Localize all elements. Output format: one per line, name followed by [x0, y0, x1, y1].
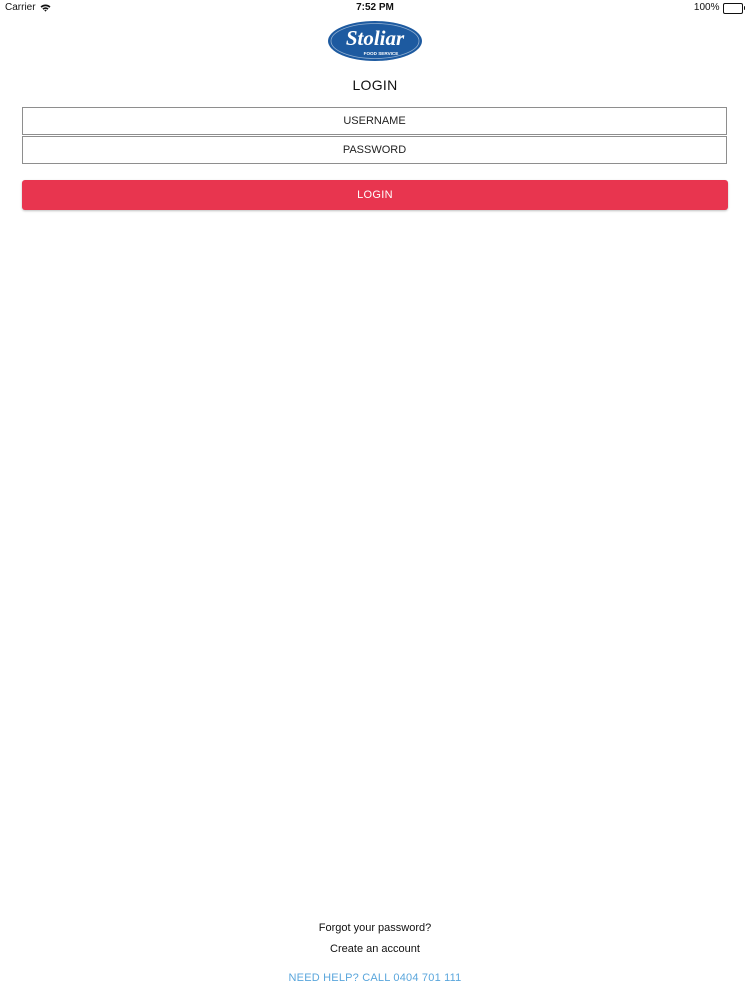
status-right: 100% [694, 0, 745, 16]
forgot-password-link[interactable]: Forgot your password? [0, 922, 750, 934]
battery-icon [722, 2, 745, 14]
password-input[interactable] [22, 136, 727, 164]
login-button[interactable]: LOGIN [22, 180, 728, 210]
username-input[interactable] [22, 107, 727, 135]
stoliar-logo: Stoliar FOOD SERVICE [328, 21, 422, 61]
create-account-link[interactable]: Create an account [0, 943, 750, 955]
status-bar: Carrier 7:52 PM 100% [0, 0, 750, 16]
battery-percent: 100% [693, 2, 720, 13]
logo-wordmark: Stoliar [346, 26, 405, 50]
status-time: 7:52 PM [356, 2, 394, 13]
logo-tagline: FOOD SERVICE [364, 51, 399, 56]
login-screen: Carrier 7:52 PM 100% Stoliar FOOD SERVIC… [0, 0, 750, 1000]
help-call-link[interactable]: NEED HELP? CALL 0404 701 111 [0, 972, 750, 984]
page-title: LOGIN [352, 77, 398, 93]
